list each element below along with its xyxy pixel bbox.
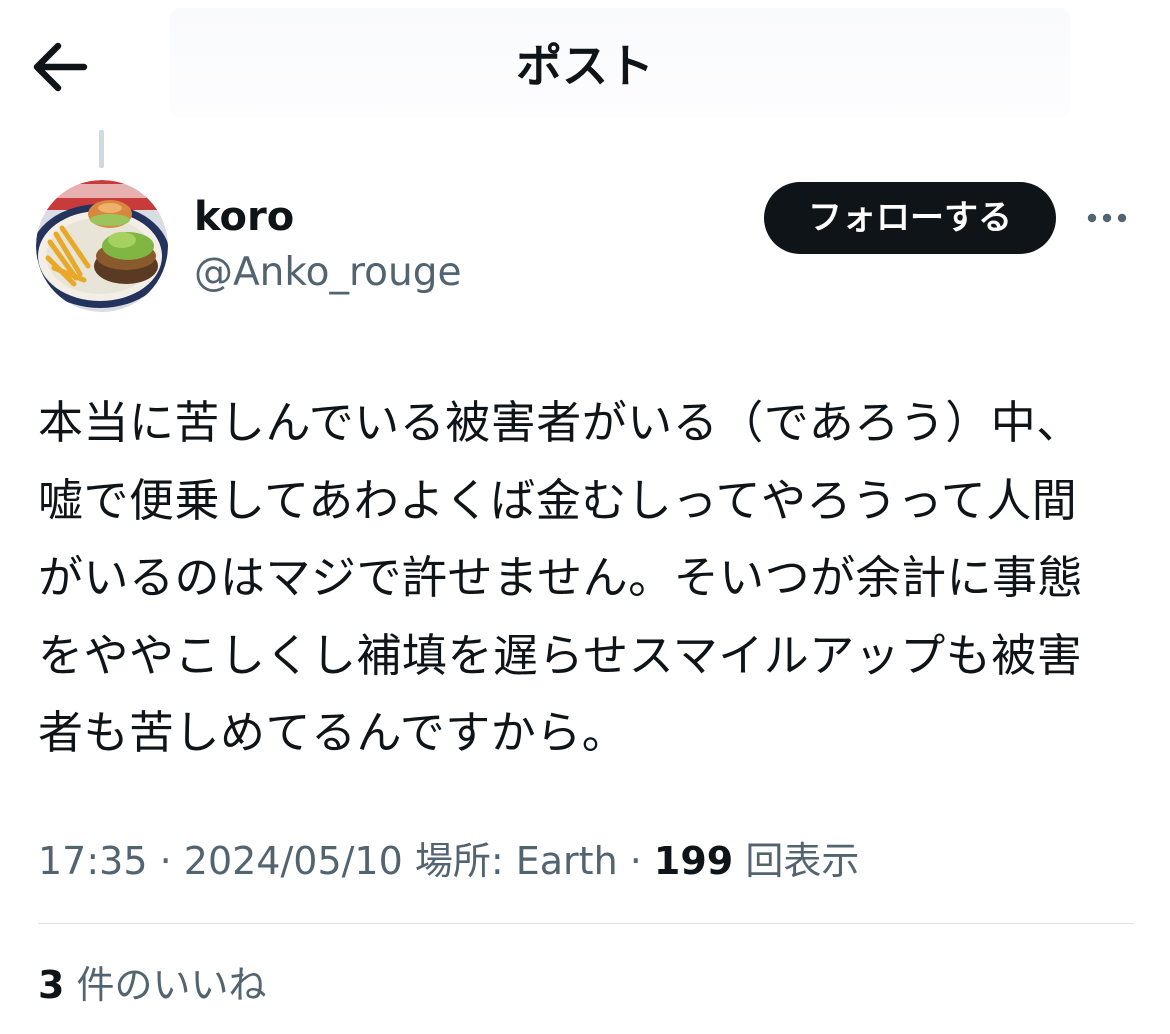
likes-label: 件のいいね — [76, 963, 267, 1007]
views-label: 回表示 — [745, 839, 860, 883]
location-value: Earth — [515, 839, 618, 883]
avatar-burger-photo — [36, 180, 168, 312]
avatar[interactable] — [36, 180, 168, 312]
divider — [38, 923, 1134, 924]
page-title: ポスト — [516, 39, 654, 93]
post-detail-screen: ポスト koro @Anko_rouge フォローする 本当に苦しんでいる被害者… — [0, 0, 1170, 1034]
post-text: 本当に苦しんでいる被害者がいる（であろう）中、 嘘で便乗してあわよくば金むしって… — [38, 396, 1084, 759]
views-count: 199 — [653, 839, 734, 883]
post-date[interactable]: 2024/05/10 — [184, 839, 403, 883]
post-metadata: 17:35 · 2024/05/10 場所: Earth · 199 回表示 — [38, 833, 859, 889]
more-options-button[interactable] — [1084, 200, 1132, 236]
author-handle[interactable]: @Anko_rouge — [194, 244, 461, 302]
top-header: ポスト — [0, 0, 1170, 132]
follow-button[interactable]: フォローする — [764, 182, 1056, 254]
likes-link[interactable]: 3 件のいいね — [38, 955, 267, 1015]
location-label: 場所: — [402, 839, 516, 883]
author-display-name[interactable]: koro — [194, 188, 294, 246]
meta-separator-2: · — [617, 839, 654, 883]
post-time[interactable]: 17:35 — [38, 839, 148, 883]
ellipsis-icon — [1087, 213, 1127, 223]
meta-separator: · — [147, 839, 184, 883]
thread-connector-line — [99, 130, 104, 168]
likes-count: 3 — [38, 963, 65, 1007]
